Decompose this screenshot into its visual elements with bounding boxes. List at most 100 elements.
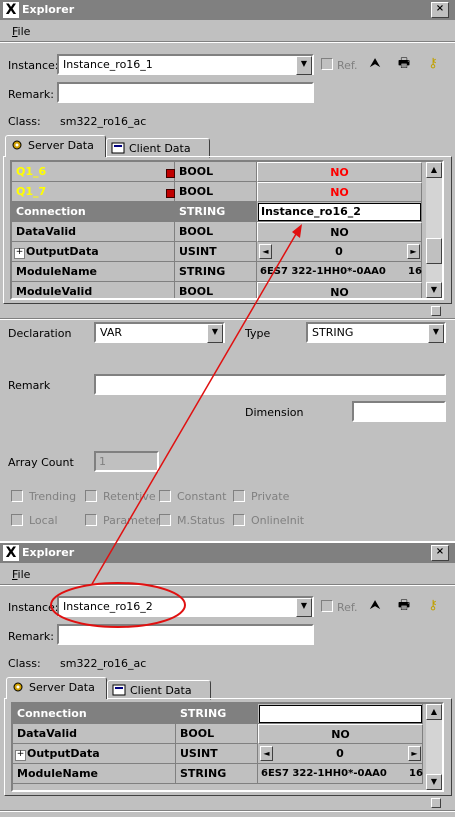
table-row-selected[interactable]: Connection STRING Instance_ro16_2 <box>12 202 422 222</box>
row-value[interactable]: NO <box>257 222 422 242</box>
row-name: Q1_7 <box>12 182 175 202</box>
row-value: 6ES7 322-1HH0*-0AA0 <box>258 764 423 784</box>
menu-file[interactable]: File <box>12 25 30 38</box>
spin-right-icon[interactable]: ► <box>407 244 420 259</box>
row-name: Connection <box>13 704 176 724</box>
parameter-checkbox[interactable] <box>85 514 97 526</box>
up-icon[interactable]: ⮝ <box>366 598 384 614</box>
row-name: DataValid <box>13 724 176 744</box>
tab-client-data[interactable]: Client Data <box>106 138 210 158</box>
remark-input[interactable] <box>57 624 314 645</box>
row-type: USINT <box>176 744 258 764</box>
dropdown-icon[interactable]: ▼ <box>207 324 223 343</box>
scroll-down-icon[interactable]: ▼ <box>426 774 442 790</box>
print-icon[interactable]: 🖶 <box>395 598 413 614</box>
spin-left-icon[interactable]: ◄ <box>259 244 272 259</box>
table-row[interactable]: DataValid BOOL NO <box>12 222 422 242</box>
row-type: STRING <box>176 764 258 784</box>
dropdown-icon[interactable]: ▼ <box>296 56 312 75</box>
row-name: Connection <box>12 202 175 222</box>
tab-client-data-label: Client Data <box>130 684 192 697</box>
private-checkbox[interactable] <box>233 490 245 502</box>
ref-checkbox[interactable] <box>321 58 333 70</box>
dropdown-icon[interactable]: ▼ <box>296 598 312 617</box>
row-value[interactable]: NO <box>258 724 423 744</box>
tab-client-data[interactable]: Client Data <box>107 680 211 700</box>
onlineinit-checkbox[interactable] <box>233 514 245 526</box>
dimension-input[interactable] <box>352 401 446 422</box>
expand-plus-icon[interactable]: + <box>14 248 25 259</box>
data-grid[interactable]: Connection STRING DataValid BOOL NO Outp… <box>11 702 444 792</box>
key-icon[interactable]: ⚷ <box>424 56 442 72</box>
row-value[interactable]: NO <box>257 162 422 182</box>
ref-checkbox[interactable] <box>321 600 333 612</box>
type-combo[interactable]: STRING ▼ <box>306 322 446 343</box>
window2-titlebar[interactable]: X Explorer × <box>0 543 455 563</box>
instance-value: Instance_ro16_2 <box>63 600 153 613</box>
scroll-up-icon[interactable]: ▲ <box>426 704 442 720</box>
scroll-thumb[interactable] <box>426 238 442 264</box>
row-value[interactable]: 0 <box>258 744 423 764</box>
local-checkbox[interactable] <box>11 514 23 526</box>
splitter-handle[interactable] <box>431 798 441 808</box>
row-value: 6ES7 322-1HH0*-0AA0 <box>257 262 422 282</box>
splitter-handle[interactable] <box>431 306 441 316</box>
row-extra: 16 <box>408 266 422 277</box>
table-row[interactable]: Q1_7 BOOL NO <box>12 182 422 202</box>
table-row[interactable]: OutputData + USINT 0 ◄ ► <box>12 242 422 262</box>
key-icon[interactable]: ⚷ <box>424 598 442 614</box>
window2-menubar: File <box>0 565 455 583</box>
table-row[interactable]: ModuleName STRING 6ES7 322-1HH0*-0AA0 16 <box>12 262 422 282</box>
table-row[interactable]: DataValid BOOL NO <box>13 724 423 744</box>
class-value: sm322_ro16_ac <box>60 115 147 128</box>
connection-edit-input[interactable]: Instance_ro16_2 <box>258 203 421 221</box>
instance-combo[interactable]: Instance_ro16_1 ▼ <box>57 54 314 75</box>
mstatus-checkbox[interactable] <box>159 514 171 526</box>
constant-checkbox[interactable] <box>159 490 171 502</box>
table-row[interactable]: ModuleName STRING 6ES7 322-1HH0*-0AA0 16 <box>13 764 423 784</box>
table-row[interactable]: ModuleValid BOOL NO <box>12 282 422 298</box>
spin-left-icon[interactable]: ◄ <box>260 746 273 761</box>
row-value[interactable]: NO <box>257 282 422 298</box>
onlineinit-label: OnlineInit <box>251 514 305 527</box>
remark-input[interactable] <box>57 82 314 103</box>
row-type: BOOL <box>175 222 257 242</box>
instance-label: Instance: <box>8 59 59 72</box>
class-value: sm322_ro16_ac <box>60 657 147 670</box>
dropdown-icon[interactable]: ▼ <box>428 324 444 343</box>
instance-combo[interactable]: Instance_ro16_2 ▼ <box>57 596 314 617</box>
window1-close-button[interactable]: × <box>431 2 449 18</box>
window2-close-button[interactable]: × <box>431 545 449 561</box>
grid-vscrollbar[interactable]: ▲ ▼ <box>426 704 442 790</box>
data-grid[interactable]: Q1_6 BOOL NO Q1_7 BOOL NO Connection STR… <box>10 160 444 300</box>
array-count-input[interactable]: 1 <box>94 451 159 472</box>
window1-titlebar[interactable]: X Explorer × <box>0 0 455 20</box>
table-row-selected[interactable]: Connection STRING <box>13 704 423 724</box>
grid-vscrollbar[interactable]: ▲ ▼ <box>426 162 442 298</box>
remark2-input[interactable] <box>94 374 446 395</box>
row-value[interactable]: NO <box>257 182 422 202</box>
spin-right-icon[interactable]: ► <box>408 746 421 761</box>
declaration-combo[interactable]: VAR ▼ <box>94 322 225 343</box>
expand-plus-icon[interactable]: + <box>15 750 26 761</box>
client-icon <box>111 142 125 154</box>
table-row[interactable]: OutputData + USINT 0 ◄ ► <box>13 744 423 764</box>
connection-edit-input[interactable] <box>259 705 422 723</box>
scroll-up-icon[interactable]: ▲ <box>426 162 442 178</box>
up-icon[interactable]: ⮝ <box>366 56 384 72</box>
row-type: BOOL <box>175 182 257 202</box>
table-row[interactable]: Q1_6 BOOL NO <box>12 162 422 182</box>
tab-server-data[interactable]: Server Data <box>6 677 107 699</box>
retentive-checkbox[interactable] <box>85 490 97 502</box>
scroll-down-icon[interactable]: ▼ <box>426 282 442 298</box>
menu-file[interactable]: File <box>12 568 30 581</box>
constant-label: Constant <box>177 490 227 503</box>
tab-server-data[interactable]: Server Data <box>5 135 106 157</box>
row-value[interactable]: 0 <box>257 242 422 262</box>
client-icon <box>112 684 126 696</box>
trending-checkbox[interactable] <box>11 490 23 502</box>
mstatus-label: M.Status <box>177 514 226 527</box>
print-icon[interactable]: 🖶 <box>395 56 413 72</box>
row-type: USINT <box>175 242 257 262</box>
trending-label: Trending <box>29 490 77 503</box>
